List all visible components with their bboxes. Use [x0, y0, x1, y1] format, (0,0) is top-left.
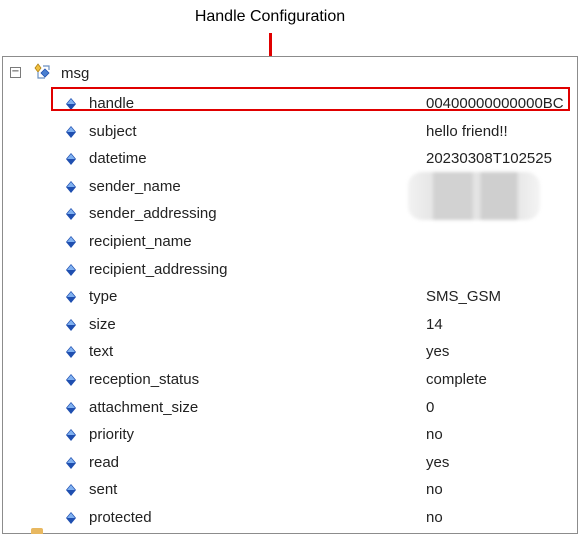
property-value: no	[426, 509, 443, 526]
property-row-protected[interactable]: protected no	[3, 504, 577, 531]
property-value: complete	[426, 371, 487, 388]
property-key: attachment_size	[89, 398, 199, 416]
property-key: priority	[89, 426, 135, 444]
property-row-text[interactable]: text yes	[3, 338, 577, 365]
property-row-subject[interactable]: subject hello friend!!	[3, 118, 577, 145]
property-key: sent	[89, 481, 118, 499]
property-value: 0	[426, 398, 435, 416]
property-row-reception-status[interactable]: reception_status complete	[3, 366, 577, 393]
property-row-attachment-size[interactable]: attachment_size 0	[3, 394, 577, 421]
property-row-size[interactable]: size 14	[3, 311, 577, 338]
blue-diamond-icon	[66, 208, 76, 221]
blue-diamond-icon	[66, 125, 76, 138]
property-row-read[interactable]: read yes	[3, 449, 577, 476]
blue-diamond-icon	[66, 346, 76, 359]
property-key: reception_status	[89, 371, 200, 388]
blue-diamond-icon	[66, 512, 76, 524]
property-key: type	[89, 288, 118, 306]
blue-diamond-icon	[66, 180, 76, 193]
blue-diamond-icon	[66, 318, 76, 331]
property-key: sender_addressing	[89, 205, 217, 223]
property-key: size	[89, 315, 116, 333]
blue-diamond-icon	[66, 401, 76, 414]
property-key: handle	[89, 95, 135, 112]
property-value: 00400000000000BC	[426, 95, 564, 112]
blue-diamond-icon	[66, 429, 76, 442]
property-value: 14	[426, 315, 443, 333]
blue-diamond-icon	[66, 263, 76, 276]
property-value: no	[426, 481, 443, 499]
root-node-label[interactable]: msg	[61, 65, 89, 82]
blue-diamond-icon	[66, 374, 76, 386]
blue-diamond-icon	[66, 98, 76, 110]
property-key: text	[89, 343, 114, 361]
property-row-priority[interactable]: priority no	[3, 421, 577, 448]
blue-diamond-icon	[66, 153, 76, 166]
property-key: datetime	[89, 150, 147, 168]
tree-node-icon	[34, 63, 50, 79]
tree-panel: − msg handle 00400000000000BC subject hello…	[2, 56, 578, 534]
property-value: yes	[426, 453, 450, 471]
property-value: SMS_GSM	[426, 288, 502, 306]
property-row-type[interactable]: type SMS_GSM	[3, 283, 577, 310]
property-value: yes	[426, 343, 450, 361]
property-row-recipient-name[interactable]: recipient_name	[3, 228, 577, 255]
partial-node-icon	[31, 528, 43, 534]
property-key: sender_name	[89, 177, 181, 195]
property-key: recipient_addressing	[89, 260, 228, 278]
redacted-sender-info	[408, 172, 540, 220]
blue-diamond-icon	[66, 236, 76, 248]
blue-diamond-icon	[66, 456, 76, 469]
property-row-handle[interactable]: handle 00400000000000BC	[3, 90, 577, 117]
property-row-recipient-addressing[interactable]: recipient_addressing	[3, 256, 577, 283]
property-value: hello friend!!	[426, 122, 508, 140]
blue-diamond-icon	[66, 484, 76, 497]
annotation-title: Handle Configuration	[194, 8, 346, 25]
property-value: no	[426, 426, 443, 444]
property-value: 20230308T102525	[426, 150, 552, 168]
property-row-datetime[interactable]: datetime 20230308T102525	[3, 145, 577, 172]
property-key: recipient_name	[89, 233, 192, 250]
property-row-sent[interactable]: sent no	[3, 476, 577, 503]
property-key: protected	[89, 509, 152, 526]
collapse-toggle[interactable]: −	[10, 67, 21, 78]
property-key: subject	[89, 122, 137, 140]
blue-diamond-icon	[66, 291, 76, 304]
property-key: read	[89, 453, 120, 471]
